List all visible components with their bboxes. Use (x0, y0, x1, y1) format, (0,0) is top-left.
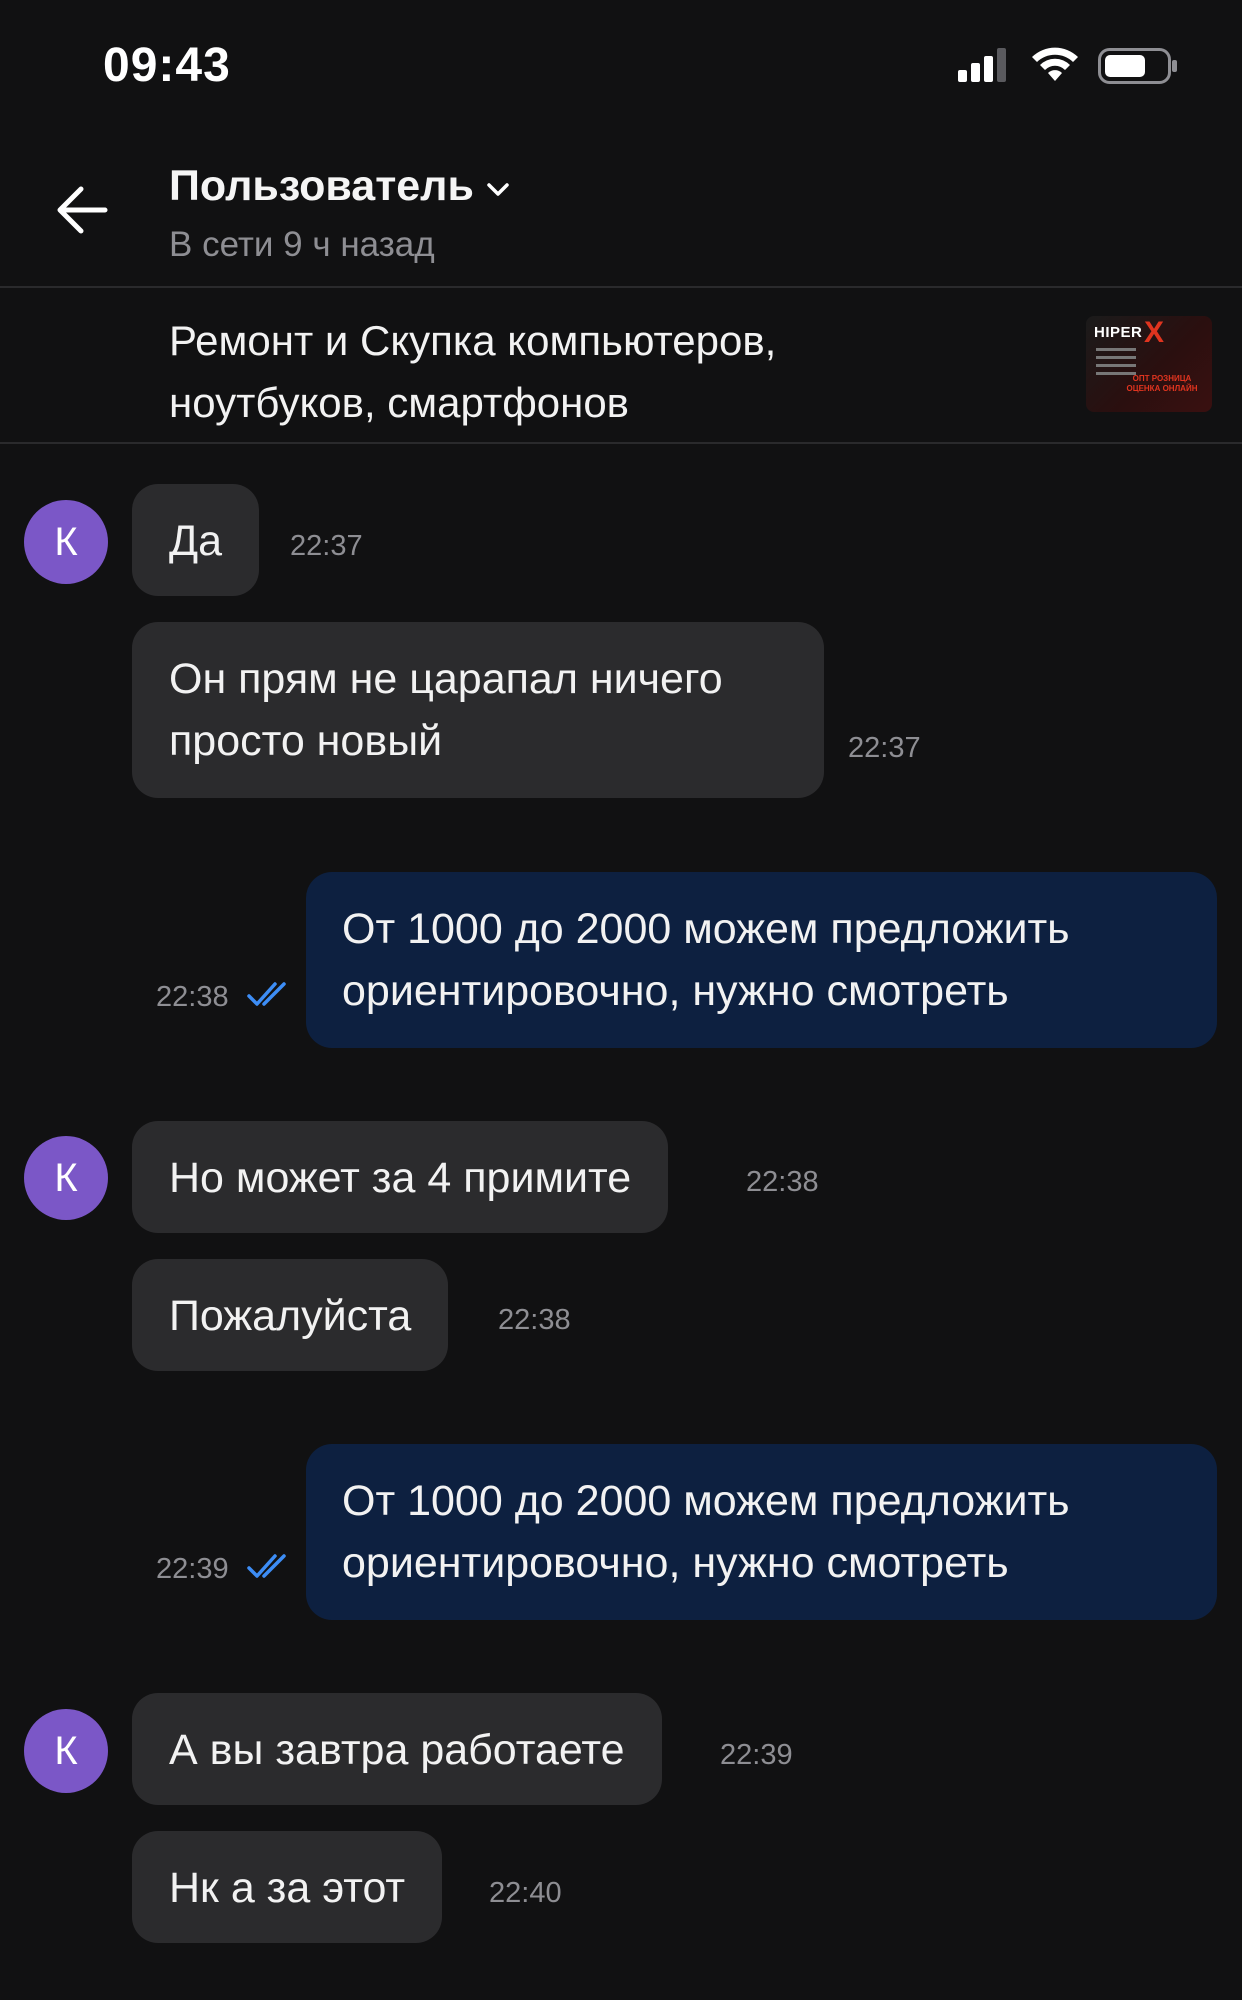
outgoing-message-bubble[interactable]: От 1000 до 2000 можем предложить ориенти… (306, 872, 1217, 1048)
message-text: Но может за 4 примите (169, 1154, 632, 1202)
outgoing-message-bubble[interactable]: От 1000 до 2000 можем предложить ориенти… (306, 1444, 1217, 1620)
chevron-down-icon (487, 182, 509, 196)
message-text: А вы завтра работаете (169, 1726, 625, 1774)
message-time: 22:38 (746, 1166, 819, 1198)
avatar[interactable]: К (24, 1709, 108, 1793)
incoming-message-bubble[interactable]: Но может за 4 примите (132, 1121, 669, 1233)
listing-bar[interactable]: Ремонт и Скупка компьютеров, ноутбуков, … (0, 288, 1242, 444)
battery-icon (1098, 48, 1177, 84)
message-text: От 1000 до 2000 можем предложить ориенти… (342, 1477, 1070, 1587)
contact-status: В сети 9 ч назад (169, 225, 435, 264)
message-text: Пожалуйста (169, 1292, 412, 1340)
contact-name-row[interactable]: Пользователь (169, 162, 510, 211)
contact-info[interactable]: Пользователь В сети 9 ч назад (169, 162, 510, 265)
incoming-message-bubble[interactable]: Пожалуйста (132, 1259, 449, 1371)
chat-header: Пользователь В сети 9 ч назад (0, 130, 1242, 288)
message-text: Нк а за этот (169, 1864, 406, 1912)
message-time: 22:39 (720, 1739, 793, 1771)
thumbnail-mark: X (1144, 316, 1165, 349)
avatar[interactable]: К (24, 500, 108, 584)
status-bar: 09:43 (0, 0, 1242, 130)
message-text: Да (169, 517, 223, 565)
avatar[interactable]: К (24, 1136, 108, 1220)
listing-thumbnail[interactable]: HIPER X ОПТ РОЗНИЦА ОЦЕНКА ОНЛАЙН (1086, 316, 1212, 412)
message-time: 22:37 (290, 530, 363, 562)
incoming-message-bubble[interactable]: А вы завтра работаете (132, 1693, 662, 1805)
incoming-message-bubble[interactable]: Он прям не царапал ничего просто новый (132, 622, 824, 798)
message-time: 22:37 (848, 732, 921, 764)
message-time: 22:39 (156, 1553, 229, 1585)
message-time: 22:38 (156, 981, 229, 1013)
wifi-icon (1032, 47, 1078, 81)
incoming-message-bubble[interactable]: Да (132, 484, 260, 596)
listing-title[interactable]: Ремонт и Скупка компьютеров, ноутбуков, … (169, 310, 929, 434)
message-text: От 1000 до 2000 можем предложить ориенти… (342, 905, 1070, 1015)
signal-icon (958, 48, 1006, 82)
message-time: 22:40 (489, 1877, 562, 1909)
thumbnail-caption: ОПТ РОЗНИЦА ОЦЕНКА ОНЛАЙН (1126, 374, 1198, 393)
thumbnail-brand: HIPER (1094, 324, 1143, 341)
back-button[interactable] (42, 170, 122, 250)
message-time: 22:38 (498, 1304, 571, 1336)
message-text: Он прям не царапал ничего просто новый (169, 655, 723, 765)
read-check-icon (247, 982, 286, 1006)
arrow-left-icon (57, 186, 108, 234)
read-check-icon (247, 1554, 286, 1578)
status-time: 09:43 (103, 39, 231, 92)
contact-name: Пользователь (169, 162, 474, 210)
incoming-message-bubble[interactable]: Нк а за этот (132, 1831, 443, 1943)
